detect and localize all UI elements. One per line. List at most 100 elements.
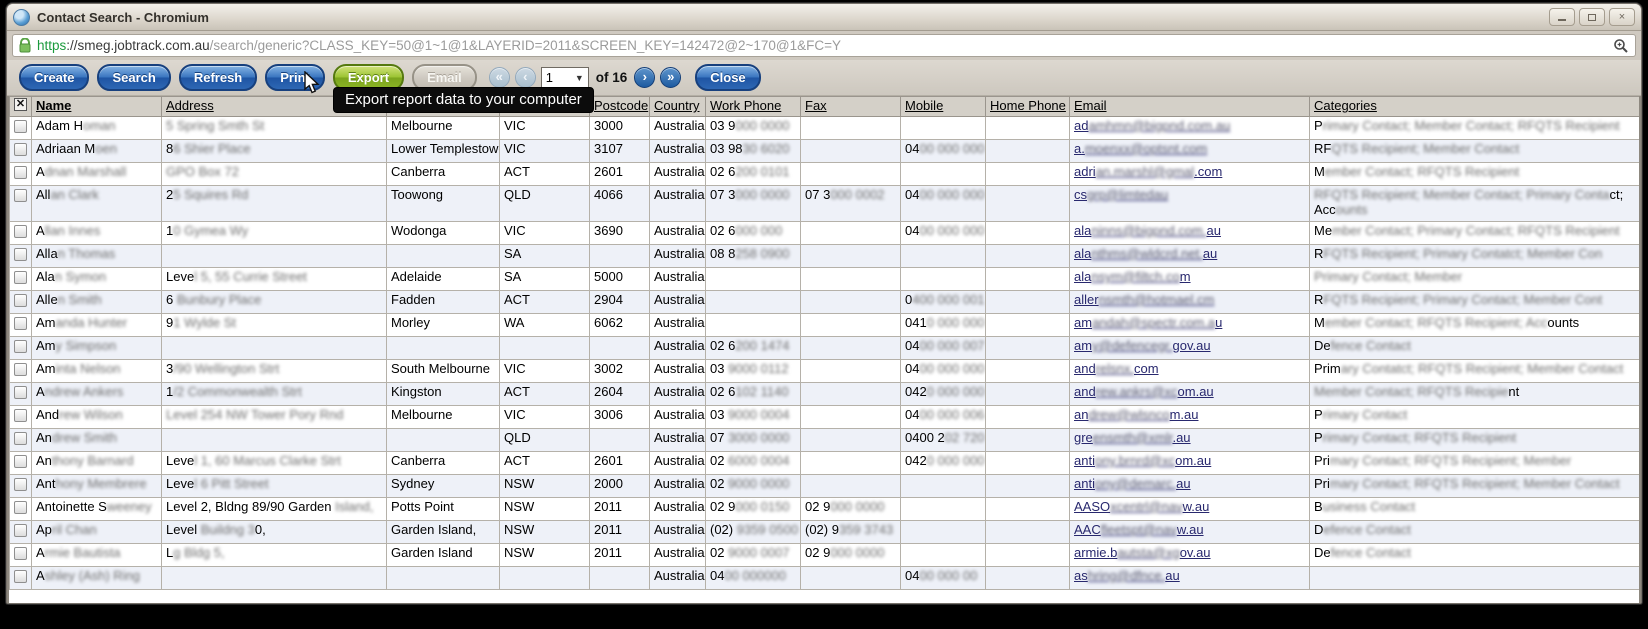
url-text[interactable]: https://smeg.jobtrack.com.au/search/gene… <box>37 38 1607 53</box>
maximize-button[interactable] <box>1579 8 1605 26</box>
email-link[interactable]: a.moenxx@optsnt.com <box>1074 141 1207 156</box>
title-bar[interactable]: Contact Search - Chromium × <box>7 4 1641 31</box>
column-header-mobile[interactable]: Mobile <box>900 96 986 117</box>
row-checkbox[interactable] <box>14 317 27 330</box>
cell-text: om.au <box>1177 384 1214 399</box>
cell-email[interactable]: AACfleetspt@navw.au <box>1069 520 1310 544</box>
cell-email[interactable]: antiony.brnrd@xcom.au <box>1069 451 1310 475</box>
row-checkbox[interactable] <box>14 248 27 261</box>
column-header-country[interactable]: Country <box>649 96 706 117</box>
secure-lock-icon[interactable] <box>19 38 31 53</box>
email-link[interactable]: antiony.brnrd@xcom.au <box>1074 453 1211 468</box>
page-number-select[interactable]: 1 ▼ <box>540 67 589 88</box>
close-window-button[interactable]: × <box>1609 8 1635 26</box>
row-checkbox[interactable] <box>14 570 27 583</box>
row-checkbox[interactable] <box>14 189 27 202</box>
column-header-work[interactable]: Work Phone <box>705 96 801 117</box>
row-checkbox[interactable] <box>14 294 27 307</box>
email-link[interactable]: greensmth@xmlr.au <box>1074 430 1191 445</box>
email-link[interactable]: andrew.ankrs@xcom.au <box>1074 384 1214 399</box>
row-checkbox[interactable] <box>14 547 27 560</box>
cell-email[interactable]: andrew.ankrs@xcom.au <box>1069 382 1310 406</box>
cell-text: 3000 <box>594 118 623 133</box>
cell-email[interactable]: allernsmth@hotmael.cm <box>1069 290 1310 314</box>
column-header-name[interactable]: Name <box>31 96 162 117</box>
column-header-email[interactable]: Email <box>1069 96 1310 117</box>
email-link[interactable]: csgrp@limtedau <box>1074 187 1168 202</box>
cell-email[interactable]: alansym@filtch.com <box>1069 267 1310 291</box>
cell-work: 03 9000 0000 <box>705 116 801 140</box>
create-button[interactable]: Create <box>19 64 90 91</box>
select-all-checkbox-icon[interactable]: ✕ <box>14 98 27 111</box>
cell-email[interactable]: armie.bautsta@xgov.au <box>1069 543 1310 567</box>
row-checkbox[interactable] <box>14 143 27 156</box>
email-link[interactable]: AACfleetspt@navw.au <box>1074 522 1204 537</box>
cell-fax <box>800 313 901 337</box>
cell-name: Anthony Barnard <box>31 451 162 475</box>
row-checkbox[interactable] <box>14 271 27 284</box>
last-page-button[interactable]: » <box>660 67 682 88</box>
cell-email[interactable]: andrew@wlsncom.au <box>1069 405 1310 429</box>
cell-email[interactable]: alaninns@bigpnd.com.au <box>1069 221 1310 245</box>
cell-address: 6 Bunbury Place <box>161 290 387 314</box>
email-link[interactable]: adrian.marshl@gmal.com <box>1074 164 1222 179</box>
cell-email[interactable]: a.moenxx@optsnt.com <box>1069 139 1310 163</box>
cell-email[interactable]: amandah@spectr.com.au <box>1069 313 1310 337</box>
cell-email[interactable]: antiony@demarc.au <box>1069 474 1310 498</box>
select-all-header[interactable]: ✕ <box>9 96 32 117</box>
column-header-postcode[interactable]: Postcode <box>589 96 650 117</box>
search-button[interactable]: Search <box>97 64 171 91</box>
cell-email[interactable]: adamhmn@bigpnd.com.au <box>1069 116 1310 140</box>
cell-email[interactable]: AASOxcentrl@navw.au <box>1069 497 1310 521</box>
next-page-button[interactable]: › <box>634 67 656 88</box>
cell-email[interactable]: greensmth@xmlr.au <box>1069 428 1310 452</box>
email-link[interactable]: armie.bautsta@xgov.au <box>1074 545 1211 560</box>
cell-email[interactable]: adrian.marshl@gmal.com <box>1069 162 1310 186</box>
email-link[interactable]: andrelsnx.com <box>1074 361 1159 376</box>
cell-text: au <box>1206 223 1221 238</box>
cell-text: ala <box>1074 246 1092 261</box>
url-input[interactable]: https://smeg.jobtrack.com.au/search/gene… <box>12 34 1636 57</box>
close-button[interactable]: Close <box>695 64 761 91</box>
column-header-home[interactable]: Home Phone <box>985 96 1070 117</box>
zoom-magnifier-icon[interactable] <box>1613 38 1629 54</box>
email-link[interactable]: alaninns@bigpnd.com.au <box>1074 223 1221 238</box>
column-header-fax[interactable]: Fax <box>800 96 901 117</box>
email-link[interactable]: alansym@filtch.com <box>1074 269 1191 284</box>
row-checkbox[interactable] <box>14 386 27 399</box>
cell-text: Pri <box>1314 453 1330 468</box>
row-checkbox[interactable] <box>14 120 27 133</box>
cell-suburb <box>386 244 500 268</box>
cell-text: Fadden <box>391 292 436 307</box>
row-checkbox[interactable] <box>14 455 27 468</box>
row-checkbox[interactable] <box>14 166 27 179</box>
cell-email[interactable]: alanthms@wldcrd.net.au <box>1069 244 1310 268</box>
email-link[interactable]: adamhmn@bigpnd.com.au <box>1074 118 1230 133</box>
row-checkbox[interactable] <box>14 363 27 376</box>
row-checkbox[interactable] <box>14 524 27 537</box>
email-link[interactable]: amandah@spectr.com.au <box>1074 315 1222 330</box>
column-header-categories[interactable]: Categories <box>1309 96 1639 117</box>
email-link[interactable]: allernsmth@hotmael.cm <box>1074 292 1214 307</box>
row-checkbox[interactable] <box>14 501 27 514</box>
cell-country: Australia <box>649 405 706 429</box>
email-link[interactable]: alanthms@wldcrd.net.au <box>1074 246 1217 261</box>
email-link[interactable]: ashring@dfnce.au <box>1074 568 1180 583</box>
cell-email[interactable]: andrelsnx.com <box>1069 359 1310 383</box>
minimize-button[interactable] <box>1549 8 1575 26</box>
email-link[interactable]: antiony@demarc.au <box>1074 476 1191 491</box>
cell-email[interactable]: ashring@dfnce.au <box>1069 566 1310 590</box>
row-checkbox[interactable] <box>14 340 27 353</box>
cell-email[interactable]: csgrp@limtedau <box>1069 185 1310 222</box>
refresh-button[interactable]: Refresh <box>178 64 258 91</box>
email-link[interactable]: amy@defencegr.gov.au <box>1074 338 1211 353</box>
cell-state: VIC <box>499 405 590 429</box>
row-checkbox[interactable] <box>14 409 27 422</box>
row-select-cell <box>9 497 32 521</box>
cell-email[interactable]: amy@defencegr.gov.au <box>1069 336 1310 360</box>
row-checkbox[interactable] <box>14 478 27 491</box>
email-link[interactable]: AASOxcentrl@navw.au <box>1074 499 1209 514</box>
row-checkbox[interactable] <box>14 225 27 238</box>
row-checkbox[interactable] <box>14 432 27 445</box>
email-link[interactable]: andrew@wlsncom.au <box>1074 407 1199 422</box>
